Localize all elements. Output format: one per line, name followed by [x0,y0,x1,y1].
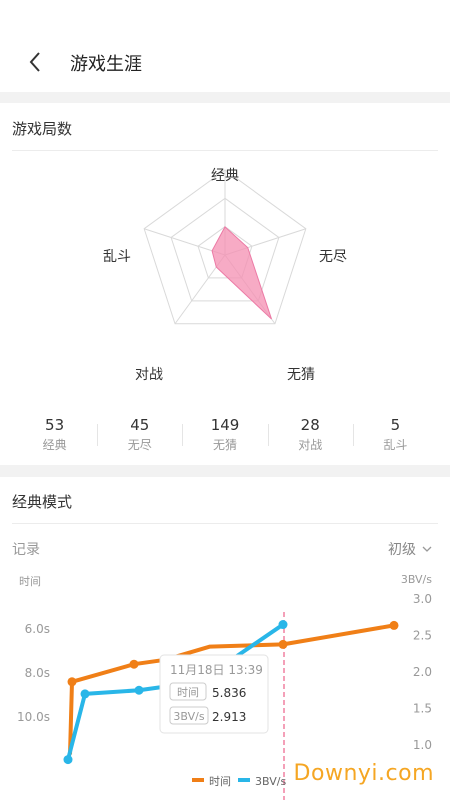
stat-classic: 53 经典 [12,414,97,458]
time-point [278,639,288,649]
stat-value: 149 [210,416,240,434]
game-stats-row: 53 经典 45 无尽 149 无猜 28 对战 5 乱斗 [12,414,438,458]
stat-label: 乱斗 [383,438,408,452]
back-button[interactable] [22,48,50,76]
tooltip-time-tag: 时间 [177,686,199,699]
radar-label-classic: 经典 [211,168,239,184]
bv-point [63,755,73,765]
left-tick-label: 8.0s [25,666,50,680]
radar-label-battle: 对战 [135,367,163,383]
record-line-chart: 6.0s 8.0s 10.0s 3.0 2.5 2.0 1.5 1.0 11月18日 13:39… [17,592,432,800]
app-header: 游戏生涯 [0,0,450,92]
right-tick-label: 2.5 [413,629,432,643]
classic-mode-card: 经典模式 记录 初级 时间 3BV/s 6.0s 8.0s 10.0s 3.0 2.5 2… [0,477,450,800]
tooltip-bv-tag: 3BV/s [173,710,204,723]
stat-label: 无尽 [127,438,152,452]
bv-point [80,689,90,699]
bv-point [278,620,288,630]
games-count-card: 游戏局数 经典 无尽 无猜 对战 乱斗 53 经典 45 无尽 149 无猜 2… [0,103,450,465]
time-point [389,620,399,630]
stat-label: 无猜 [213,438,238,452]
radar-data-area [211,226,273,320]
stat-battle: 28 对战 [267,414,353,458]
chevron-left-icon [29,52,40,72]
stat-label: 经典 [42,438,67,452]
left-tick-label: 6.0s [25,622,50,636]
legend-swatch [192,778,204,782]
tooltip-date: 11月18日 13:39 [170,663,263,677]
stat-endless: 45 无尽 [97,414,182,458]
stat-value: 5 [390,416,401,434]
stat-label: 对战 [298,438,323,452]
stat-melee: 5 乱斗 [352,414,438,458]
left-tick-label: 10.0s [17,710,50,724]
watermark: Downyi.com [293,761,434,786]
time-point [67,677,77,687]
tooltip-bv-value: 2.913 [212,710,246,724]
legend-label: 3BV/s [255,775,286,788]
radar-label-noguess: 无猜 [287,367,315,383]
legend-swatch [238,778,250,782]
page-title: 游戏生涯 [70,54,142,75]
right-tick-label: 3.0 [413,592,432,606]
stat-value: 28 [300,416,320,434]
radar-label-endless: 无尽 [319,249,347,265]
radar-chart [143,169,307,325]
stat-value: 53 [45,416,65,434]
stat-value: 45 [130,416,150,434]
legend-label: 时间 [209,775,231,788]
right-tick-label: 1.0 [413,738,432,752]
tooltip-time-value: 5.836 [212,686,246,700]
time-point [129,659,139,669]
bv-point [134,685,144,695]
radar-label-melee: 乱斗 [103,249,131,265]
right-tick-label: 2.0 [413,665,432,679]
stat-noguess: 149 无猜 [182,414,267,458]
chart-tooltip: 11月18日 13:39 时间 5.836 3BV/s 2.913 [159,654,269,734]
right-tick-label: 1.5 [413,702,432,716]
